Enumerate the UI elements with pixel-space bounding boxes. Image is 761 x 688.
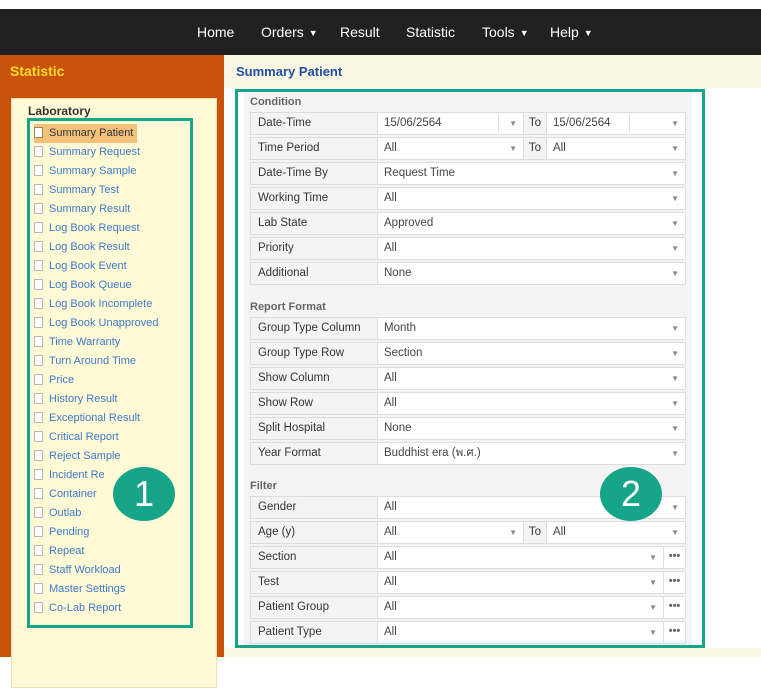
- nav-result[interactable]: Result: [340, 9, 380, 55]
- caret-down-icon: ▼: [308, 28, 318, 38]
- sidebar-heading: Laboratory: [28, 104, 91, 118]
- callout-badge-2: 2: [600, 467, 662, 521]
- nav-result-label: Result: [340, 24, 380, 40]
- nav-tools[interactable]: Tools ▼: [482, 9, 529, 55]
- page-title: Summary Patient: [236, 64, 343, 79]
- callout-badge-1: 1: [113, 467, 175, 521]
- nav-orders-label: Orders: [261, 24, 304, 40]
- sidebar-title: Statistic: [10, 63, 65, 79]
- nav-help-label: Help: [550, 24, 579, 40]
- caret-down-icon: ▼: [583, 28, 593, 38]
- nav-home-label: Home: [197, 24, 235, 40]
- nav-tools-label: Tools: [482, 24, 515, 40]
- nav-help[interactable]: Help ▼: [550, 9, 593, 55]
- top-navbar: Home Orders ▼ Result Statistic Tools ▼ Hel…: [0, 9, 761, 55]
- page-footer-strip: [224, 648, 761, 657]
- highlight-frame-sidebar: [27, 118, 193, 628]
- nav-statistic-label: Statistic: [406, 24, 456, 40]
- nav-home[interactable]: Home: [197, 9, 234, 55]
- nav-orders[interactable]: Orders ▼: [261, 9, 318, 55]
- caret-down-icon: ▼: [519, 28, 529, 38]
- highlight-frame-form: [235, 89, 705, 648]
- nav-statistic[interactable]: Statistic: [406, 9, 455, 55]
- page-header: Summary Patient: [224, 55, 761, 88]
